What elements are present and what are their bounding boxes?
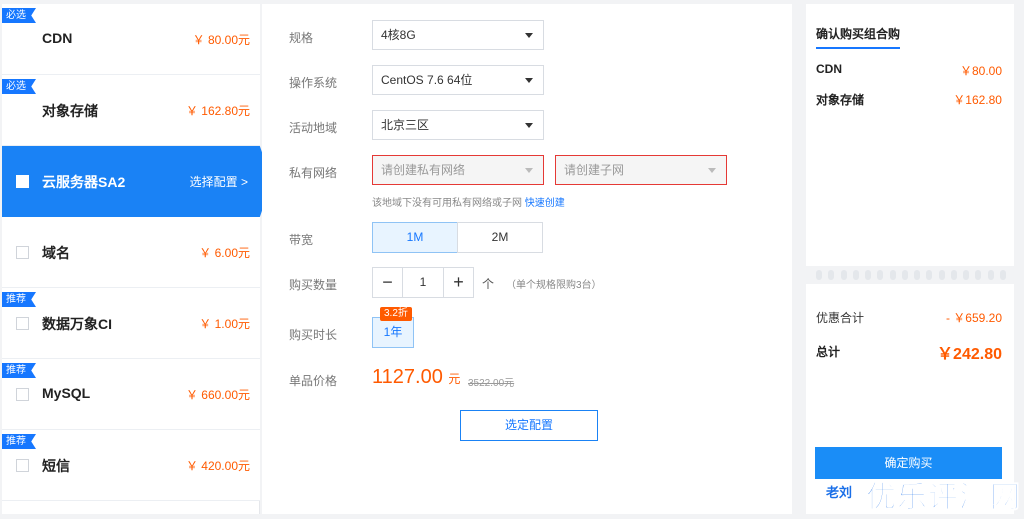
product-name: CDN bbox=[42, 30, 73, 46]
bandwidth-label: 带宽 bbox=[289, 233, 314, 247]
subnet-select[interactable]: 请创建子网 bbox=[555, 155, 727, 185]
required-tag: 必选 bbox=[2, 79, 36, 94]
product-item-domain[interactable]: 域名 ￥ 6.00元 bbox=[2, 217, 260, 288]
quantity-unit: 个 bbox=[482, 277, 495, 291]
product-name: 对象存储 bbox=[42, 103, 98, 119]
original-price: 3522.00元 bbox=[468, 378, 515, 389]
region-label: 活动地域 bbox=[289, 121, 338, 135]
summary-item-price: ￥80.00 bbox=[959, 64, 1002, 78]
summary-title: 确认购买组合购 bbox=[816, 25, 901, 49]
spec-value: 4核8G bbox=[381, 28, 416, 42]
product-checkbox[interactable] bbox=[16, 175, 29, 188]
product-name: 数据万象CI bbox=[42, 316, 112, 332]
total-label: 总计 bbox=[816, 345, 841, 359]
vpc-hint: 该地域下没有可用私有网络或子网 快速创建 bbox=[372, 194, 565, 209]
product-list: 必选 CDN ￥ 80.00元 必选 对象存储 ￥ 162.80元 云服务器SA… bbox=[2, 4, 272, 514]
vpc-label: 私有网络 bbox=[289, 166, 338, 180]
product-price: ￥ 420.00元 bbox=[185, 459, 250, 473]
product-price: ￥ 660.00元 bbox=[185, 388, 250, 402]
ticket-perforation bbox=[816, 270, 1006, 280]
decrement-button[interactable]: − bbox=[373, 268, 403, 297]
subnet-placeholder: 请创建子网 bbox=[564, 163, 625, 177]
product-price: ￥ 6.00元 bbox=[199, 246, 250, 260]
select-config-link[interactable]: 选择配置 > bbox=[190, 173, 248, 190]
caret-down-icon bbox=[525, 123, 533, 128]
required-tag: 必选 bbox=[2, 8, 36, 23]
unit-price-unit: 元 bbox=[448, 372, 461, 386]
caret-down-icon bbox=[525, 78, 533, 83]
product-checkbox[interactable] bbox=[16, 459, 29, 472]
product-checkbox[interactable] bbox=[16, 246, 29, 259]
product-name: MySQL bbox=[42, 385, 91, 401]
hint-text: 该地域下没有可用私有网络或子网 bbox=[372, 198, 522, 209]
discount-total-label: 优惠合计 bbox=[816, 311, 865, 325]
qty-label: 购买数量 bbox=[289, 278, 338, 292]
total-value: ￥242.80 bbox=[937, 346, 1002, 363]
config-form: 规格 4核8G 操作系统 CentOS 7.6 64位 活动地域 北京三区 私有… bbox=[262, 4, 792, 514]
region-select[interactable]: 北京三区 bbox=[372, 110, 544, 140]
order-summary: 确认购买组合购 CDN ￥80.00 对象存储 ￥162.80 优惠合计 - ￥… bbox=[806, 4, 1014, 514]
os-label: 操作系统 bbox=[289, 76, 338, 90]
product-item-mysql[interactable]: 推荐 MySQL ￥ 660.00元 bbox=[2, 359, 260, 430]
increment-button[interactable]: + bbox=[443, 268, 473, 297]
spec-select[interactable]: 4核8G bbox=[372, 20, 544, 50]
caret-down-icon bbox=[525, 33, 533, 38]
quantity-stepper: − 1 + bbox=[372, 267, 474, 298]
summary-item-price: ￥162.80 bbox=[953, 93, 1002, 107]
unit-price: 1127.00 元 bbox=[372, 366, 460, 389]
discount-total-value: - ￥659.20 bbox=[945, 311, 1002, 325]
summary-item-name: CDN bbox=[816, 62, 842, 76]
quick-create-link[interactable]: 快速创建 bbox=[525, 198, 565, 209]
select-config-button[interactable]: 选定配置 bbox=[460, 410, 598, 441]
product-checkbox[interactable] bbox=[16, 317, 29, 330]
vpc-placeholder: 请创建私有网络 bbox=[381, 163, 466, 177]
spec-label: 规格 bbox=[289, 31, 314, 45]
recommend-tag: 推荐 bbox=[2, 434, 36, 449]
bandwidth-option-1m[interactable]: 1M bbox=[372, 222, 458, 253]
product-checkbox[interactable] bbox=[16, 388, 29, 401]
recommend-tag: 推荐 bbox=[2, 363, 36, 378]
recommend-tag: 推荐 bbox=[2, 292, 36, 307]
unit-price-label: 单品价格 bbox=[289, 374, 338, 388]
product-item-sms[interactable]: 推荐 短信 ￥ 420.00元 bbox=[2, 430, 260, 501]
duration-label: 购买时长 bbox=[289, 328, 338, 342]
product-item-object-storage[interactable]: 必选 对象存储 ￥ 162.80元 bbox=[2, 75, 260, 146]
product-item-cvm-sa2[interactable]: 云服务器SA2 选择配置 > bbox=[2, 146, 272, 217]
watermark-sub: 老刘 bbox=[826, 485, 853, 500]
quantity-limit-note: （单个规格限购3台） bbox=[506, 280, 602, 291]
product-name: 短信 bbox=[42, 458, 70, 474]
discount-badge: 3.2折 bbox=[380, 307, 412, 321]
product-item-ci[interactable]: 推荐 数据万象CI ￥ 1.00元 bbox=[2, 288, 260, 359]
product-item-cdn[interactable]: 必选 CDN ￥ 80.00元 bbox=[2, 4, 260, 75]
summary-item-name: 对象存储 bbox=[816, 93, 865, 107]
product-price: ￥ 1.00元 bbox=[199, 317, 250, 331]
purchase-page: 必选 CDN ￥ 80.00元 必选 对象存储 ￥ 162.80元 云服务器SA… bbox=[0, 0, 1024, 519]
os-select[interactable]: CentOS 7.6 64位 bbox=[372, 65, 544, 95]
product-price: ￥ 80.00元 bbox=[192, 33, 250, 47]
product-price: ￥ 162.80元 bbox=[185, 104, 250, 118]
product-name: 域名 bbox=[42, 245, 70, 261]
product-name: 云服务器SA2 bbox=[42, 174, 126, 190]
bandwidth-option-2m[interactable]: 2M bbox=[457, 222, 543, 253]
site-watermark: 优乐评测网 bbox=[866, 481, 1021, 515]
caret-down-icon bbox=[525, 168, 533, 173]
vpc-select[interactable]: 请创建私有网络 bbox=[372, 155, 544, 185]
unit-price-value: 1127.00 bbox=[372, 366, 443, 388]
os-value: CentOS 7.6 64位 bbox=[381, 73, 473, 87]
quantity-input[interactable]: 1 bbox=[403, 268, 443, 297]
region-value: 北京三区 bbox=[381, 118, 430, 132]
caret-down-icon bbox=[708, 168, 716, 173]
duration-option-1y[interactable]: 1年 bbox=[372, 317, 414, 348]
